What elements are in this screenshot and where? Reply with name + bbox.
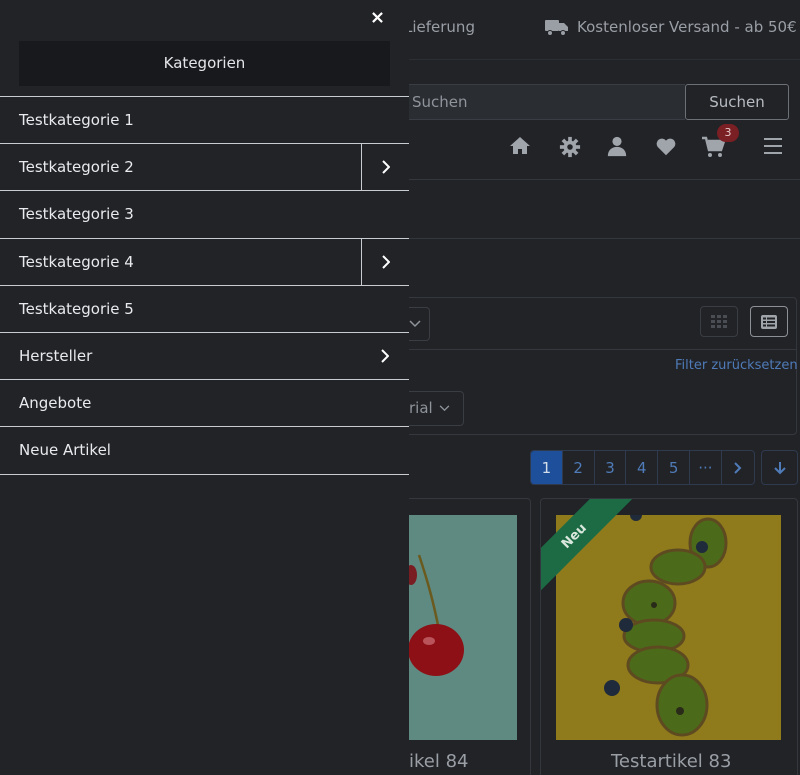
material-filter-dropdown[interactable]: rial bbox=[400, 391, 464, 426]
menu-item-neue-artikel[interactable]: Neue Artikel bbox=[0, 427, 409, 475]
material-filter-label: rial bbox=[409, 399, 433, 417]
chevron-right-icon bbox=[381, 254, 390, 269]
menu-item-testkategorie-3[interactable]: Testkategorie 3 bbox=[0, 191, 409, 239]
page-link-3[interactable]: 3 bbox=[595, 451, 627, 484]
menu-item-testkategorie-1[interactable]: Testkategorie 1 bbox=[0, 97, 409, 145]
grid-view-button[interactable] bbox=[700, 306, 738, 337]
reset-filter-link[interactable]: Filter zurücksetzen bbox=[675, 358, 798, 373]
new-ribbon: Neu bbox=[541, 499, 639, 597]
new-badge-label: Neu bbox=[558, 520, 590, 552]
chevron-down-icon bbox=[408, 320, 421, 328]
chevron-down-icon bbox=[439, 405, 450, 412]
menu-item-testkategorie-2[interactable]: Testkategorie 2 bbox=[0, 144, 409, 192]
page-ellipsis[interactable]: ··· bbox=[690, 451, 722, 484]
chevron-right-icon bbox=[733, 461, 742, 474]
divider bbox=[400, 179, 800, 180]
search-input[interactable]: Suchen bbox=[400, 84, 685, 120]
close-icon bbox=[371, 11, 383, 23]
user-icon[interactable] bbox=[606, 135, 628, 157]
usp-shipping: Kostenloser Versand - ab 50€ bbox=[545, 18, 797, 36]
chevron-right-icon bbox=[381, 349, 389, 363]
cart-count-badge: 3 bbox=[717, 124, 739, 142]
list-icon bbox=[761, 314, 777, 329]
submenu-toggle[interactable] bbox=[361, 144, 409, 191]
menu-item-label: Angebote bbox=[19, 394, 92, 413]
divider bbox=[396, 349, 796, 350]
submenu-toggle[interactable] bbox=[361, 238, 409, 285]
menu-item-label: Testkategorie 3 bbox=[19, 205, 134, 224]
pagination: 1 2 3 4 5 ··· bbox=[530, 450, 755, 485]
close-button[interactable] bbox=[368, 8, 386, 26]
page-link-2[interactable]: 2 bbox=[563, 451, 595, 484]
heart-icon[interactable] bbox=[655, 136, 677, 158]
menu-item-label: Neue Artikel bbox=[19, 441, 111, 460]
search-button[interactable]: Suchen bbox=[685, 84, 789, 120]
truck-icon bbox=[545, 20, 568, 36]
menu-item-label: Testkategorie 2 bbox=[19, 158, 134, 177]
menu-item-testkategorie-5[interactable]: Testkategorie 5 bbox=[0, 286, 409, 333]
next-page-button[interactable] bbox=[722, 451, 754, 484]
product-image-cherry[interactable] bbox=[409, 515, 517, 740]
menu-item-angebote[interactable]: Angebote bbox=[0, 380, 409, 428]
menu-item-label: Testkategorie 4 bbox=[19, 252, 134, 271]
submenu-toggle[interactable] bbox=[361, 333, 409, 379]
list-view-button[interactable] bbox=[750, 306, 788, 337]
page-link-5[interactable]: 5 bbox=[658, 451, 690, 484]
drawer-title: Kategorien bbox=[19, 41, 390, 86]
page-link-4[interactable]: 4 bbox=[626, 451, 659, 484]
divider bbox=[400, 238, 800, 239]
grid-icon bbox=[711, 314, 727, 328]
chevron-right-icon bbox=[381, 160, 390, 174]
home-icon[interactable] bbox=[508, 134, 532, 158]
category-drawer: Kategorien Testkategorie 1 Testkategorie… bbox=[0, 0, 409, 775]
arrow-down-icon bbox=[773, 461, 786, 474]
menu-item-testkategorie-4[interactable]: Testkategorie 4 bbox=[0, 238, 409, 286]
menu-icon[interactable] bbox=[764, 138, 782, 154]
usp-shipping-text: Kostenloser Versand - ab 50€ bbox=[577, 18, 797, 36]
product-title[interactable]: Testartikel 83 bbox=[611, 751, 731, 772]
category-menu: Testkategorie 1 Testkategorie 2 Testkate… bbox=[0, 96, 409, 475]
page-link-1[interactable]: 1 bbox=[531, 451, 563, 484]
menu-item-label: Hersteller bbox=[19, 347, 93, 366]
menu-item-hersteller[interactable]: Hersteller bbox=[0, 333, 409, 381]
menu-item-label: Testkategorie 1 bbox=[19, 111, 134, 130]
scroll-down-button[interactable] bbox=[761, 450, 798, 485]
product-title[interactable]: ikel 84 bbox=[409, 751, 468, 772]
gear-icon[interactable] bbox=[559, 136, 581, 158]
search-form: Suchen Suchen bbox=[400, 84, 790, 120]
menu-item-label: Testkategorie 5 bbox=[19, 299, 134, 318]
